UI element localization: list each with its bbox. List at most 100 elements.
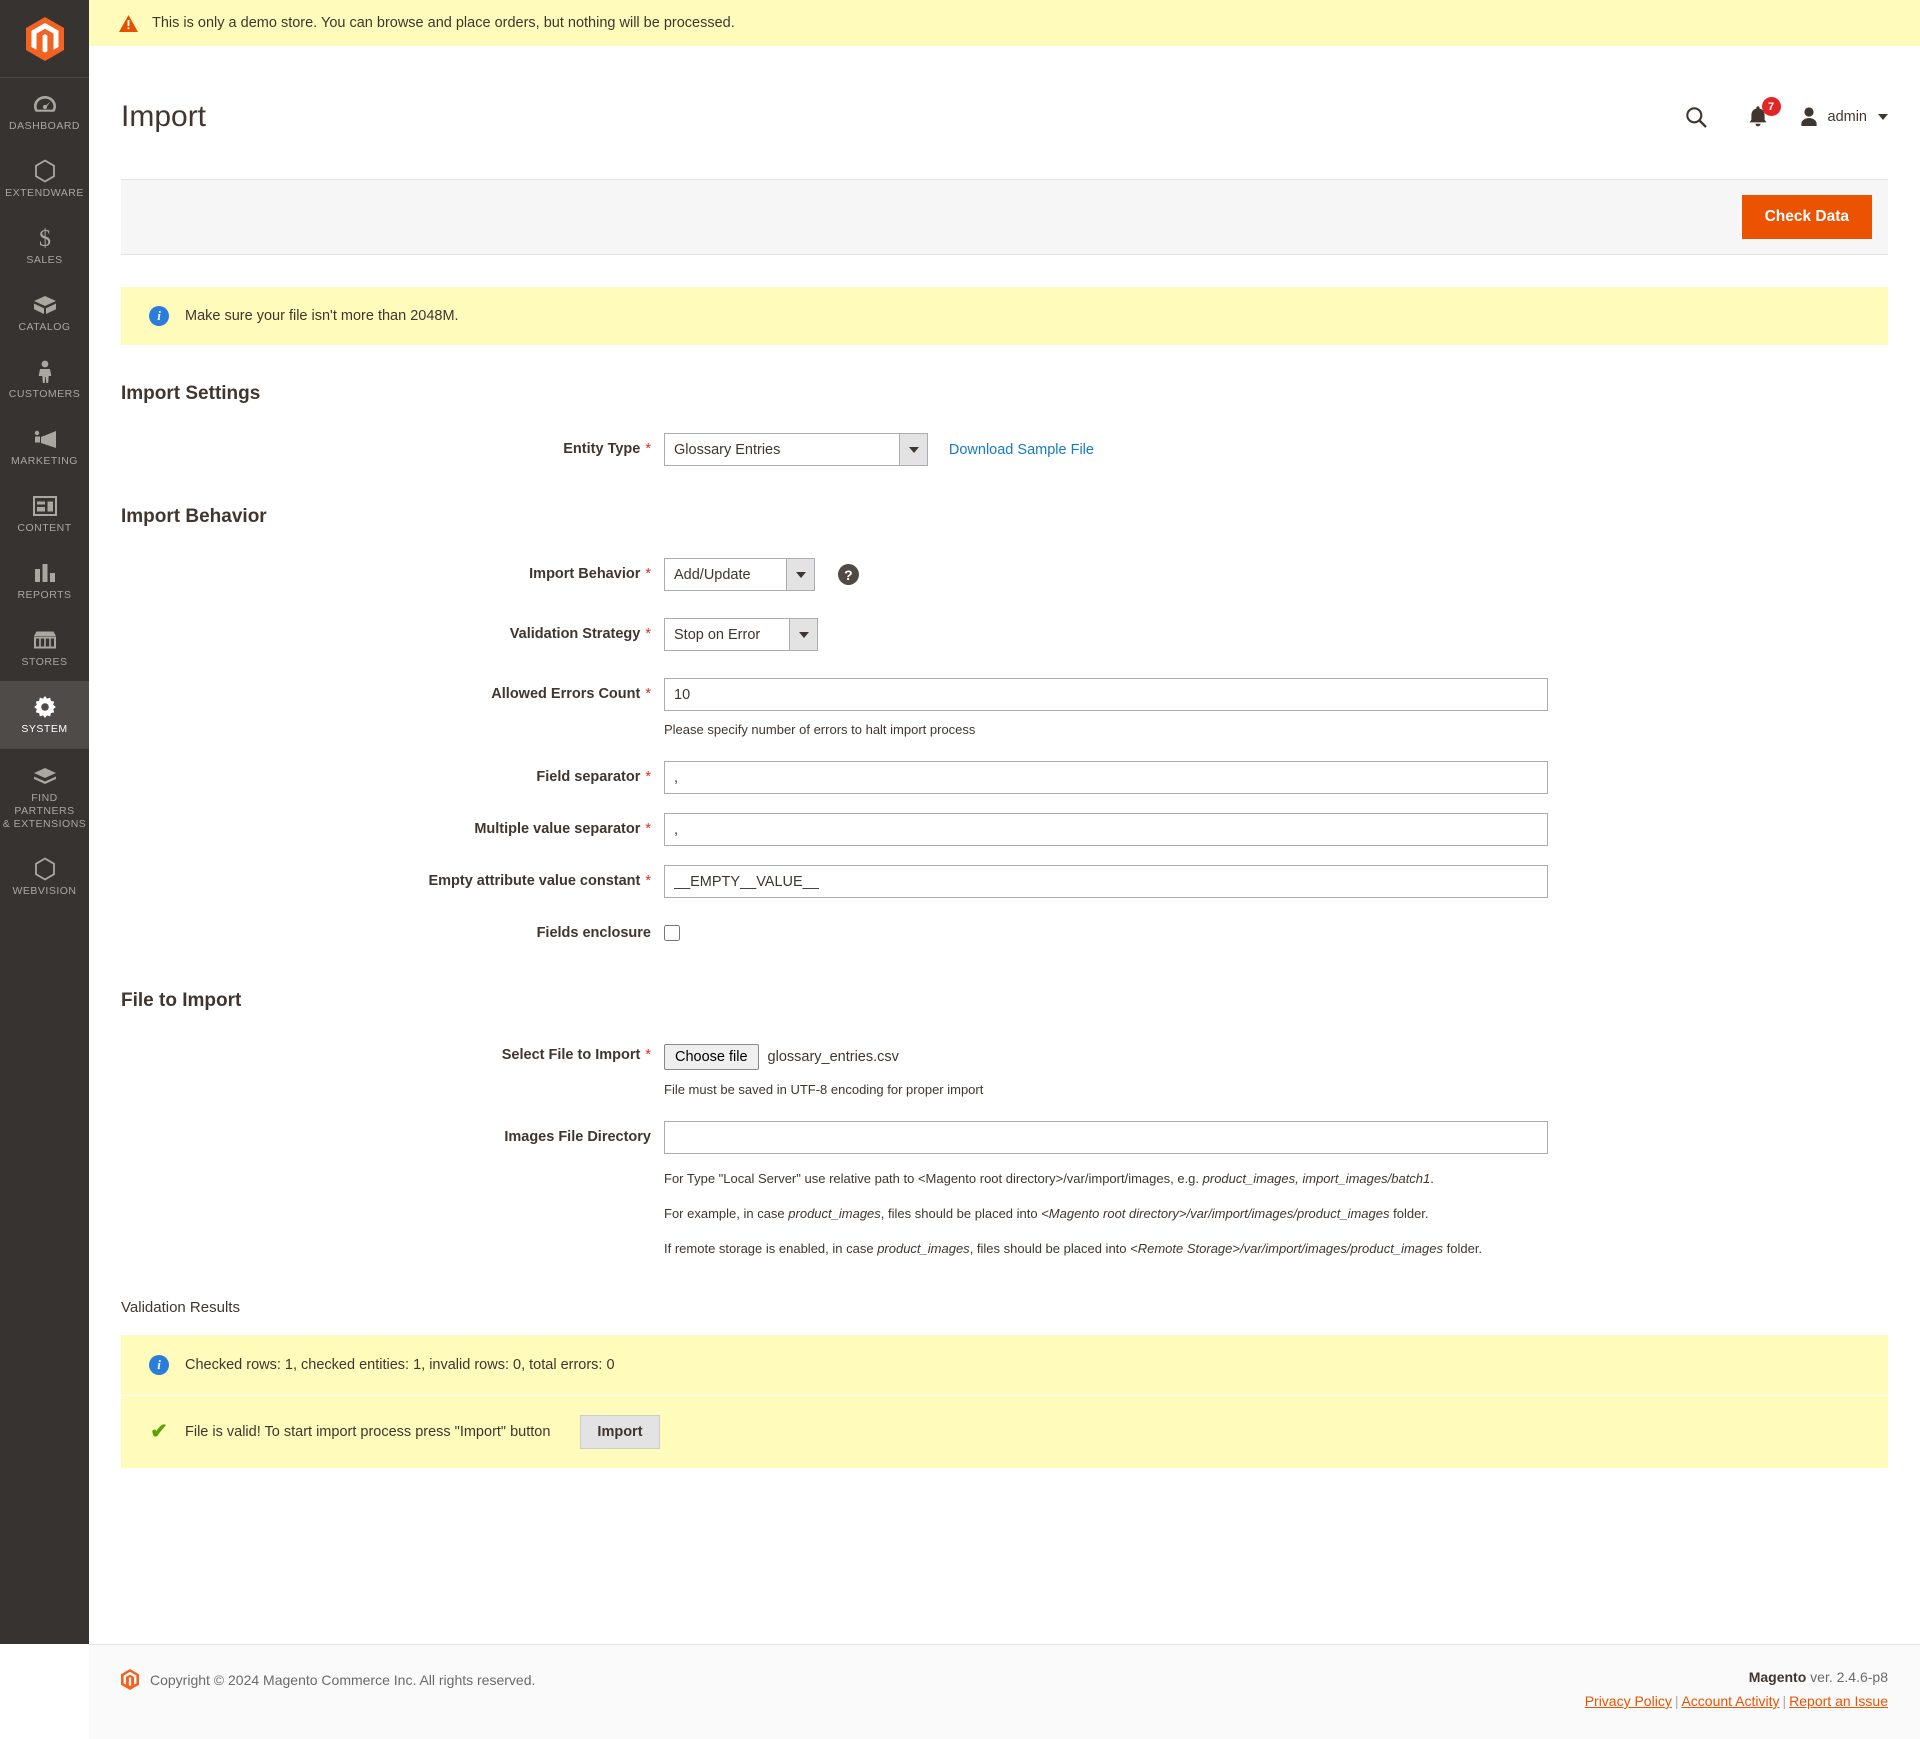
file-to-import-heading: File to Import (121, 990, 242, 1012)
entity-type-select[interactable]: Glossary Entries (664, 433, 899, 467)
sidebar-item-reports[interactable]: REPORTS (0, 547, 89, 614)
magento-logo[interactable] (0, 0, 89, 78)
sidebar-item-label-line2: & EXTENSIONS (2, 818, 87, 830)
required-marker: * (645, 769, 651, 786)
sidebar-item-dashboard[interactable]: DASHBOARD (0, 78, 89, 145)
account-activity-link[interactable]: Account Activity (1681, 1693, 1779, 1709)
page-header: Import 7 admin (89, 46, 1920, 179)
privacy-policy-link[interactable]: Privacy Policy (1585, 1693, 1672, 1709)
sidebar-item-stores[interactable]: STORES (0, 614, 89, 681)
field-separator-label: Field separator * (89, 761, 664, 785)
sidebar-item-label: CUSTOMERS (8, 388, 81, 400)
required-marker: * (645, 441, 651, 458)
megaphone-icon (2, 426, 87, 452)
select-chevron-down-icon (786, 558, 815, 592)
entity-type-label: Entity Type * (89, 433, 664, 457)
header-actions: 7 admin (1669, 97, 1888, 128)
sidebar-item-label: SYSTEM (21, 723, 68, 735)
select-chevron-down-icon (789, 618, 818, 652)
choose-file-button[interactable]: Choose file (664, 1044, 759, 1071)
sidebar-item-extendware[interactable]: EXTENDWARE (0, 145, 89, 212)
note2-part-e: folder. (1389, 1206, 1429, 1222)
sidebar-item-sales[interactable]: $ SALES (0, 212, 89, 279)
sidebar-item-label: SALES (26, 254, 63, 266)
empty-attribute-constant-label: Empty attribute value constant * (89, 865, 664, 889)
sidebar-item-label: CATALOG (18, 321, 71, 333)
validation-strategy-select[interactable]: Stop on Error (664, 618, 789, 652)
multiple-value-separator-row: Multiple value separator * (89, 813, 1920, 847)
sidebar-item-find-partners[interactable]: FIND PARTNERS & EXTENSIONS (0, 748, 89, 843)
empty-attribute-constant-input[interactable] (664, 865, 1548, 899)
sidebar-item-label: STORES (21, 656, 68, 668)
demo-store-banner: This is only a demo store. You can brows… (89, 0, 1920, 46)
import-behavior-row: Import Behavior * Add/Update ? (89, 558, 1920, 592)
note2-part-b: product_images (788, 1206, 881, 1222)
storefront-icon (2, 627, 87, 653)
bottom-spacer (89, 1468, 1920, 1520)
import-behavior-label: Import Behavior * (89, 558, 664, 582)
import-button[interactable]: Import (580, 1414, 660, 1449)
file-size-notice-text: Make sure your file isn't more than 2048… (185, 308, 459, 325)
images-directory-row: Images File Directory For Type "Local Se… (89, 1121, 1920, 1259)
demo-banner-text: This is only a demo store. You can brows… (152, 15, 735, 31)
allowed-errors-label: Allowed Errors Count * (89, 678, 664, 702)
page-title: Import (121, 100, 207, 134)
allowed-errors-row: Allowed Errors Count* Please specify num… (89, 678, 1920, 737)
search-button[interactable] (1669, 106, 1723, 128)
search-icon (1685, 106, 1706, 128)
sidebar-item-content[interactable]: CONTENT (0, 480, 89, 547)
entity-type-select-wrap[interactable]: Glossary Entries (664, 433, 928, 467)
fields-enclosure-checkbox[interactable] (664, 925, 680, 942)
images-directory-input[interactable] (664, 1121, 1548, 1155)
note1-part-b: product_images, import_images/batch1 (1202, 1171, 1431, 1187)
required-marker: * (645, 821, 651, 838)
check-mark-icon: ✔ (150, 1420, 168, 1444)
required-marker: * (645, 626, 651, 643)
question-help-icon[interactable]: ? (837, 564, 859, 586)
person-icon (2, 359, 87, 385)
allowed-errors-input[interactable] (664, 678, 1548, 712)
validation-results-box: i Checked rows: 1, checked entities: 1, … (121, 1334, 1888, 1468)
validation-strategy-select-wrap[interactable]: Stop on Error (664, 618, 818, 652)
main-content: This is only a demo store. You can brows… (89, 0, 1920, 1644)
version-info: Magento ver. 2.4.6-p8 (1585, 1669, 1888, 1685)
note1-part-a: For Type "Local Server" use relative pat… (664, 1171, 1203, 1187)
validation-strategy-label-text: Validation Strategy (509, 626, 641, 643)
import-behavior-select[interactable]: Add/Update (664, 558, 786, 592)
link-separator: | (1782, 1693, 1787, 1709)
sidebar-item-marketing[interactable]: MARKETING (0, 413, 89, 480)
page-footer: Copyright © 2024 Magento Commerce Inc. A… (89, 1644, 1920, 1739)
sidebar-item-label: CONTENT (17, 522, 72, 534)
sidebar-item-catalog[interactable]: CATALOG (0, 279, 89, 346)
sidebar-item-label: EXTENDWARE (5, 187, 84, 199)
note2-part-d: <Magento root directory>/var/import/imag… (1041, 1206, 1390, 1222)
required-marker: * (645, 686, 651, 703)
version-number: ver. 2.4.6-p8 (1806, 1669, 1888, 1685)
report-an-issue-link[interactable]: Report an Issue (1789, 1693, 1888, 1709)
field-separator-input[interactable] (664, 761, 1548, 795)
sidebar-item-webvision[interactable]: WEBVISION (0, 843, 89, 910)
magento-logo-small-icon (121, 1669, 139, 1690)
entity-type-label-text: Entity Type (563, 441, 641, 458)
multiple-value-separator-input[interactable] (664, 813, 1548, 847)
footer-copyright: Copyright © 2024 Magento Commerce Inc. A… (121, 1669, 535, 1690)
images-directory-note-2: For example, in case product_images, fil… (664, 1205, 1920, 1224)
import-behavior-heading: Import Behavior (121, 506, 267, 528)
sidebar-item-label: MARKETING (11, 455, 78, 467)
note1-part-c: . (1430, 1171, 1434, 1187)
field-separator-row: Field separator * (89, 761, 1920, 795)
import-behavior-select-wrap[interactable]: Add/Update (664, 558, 815, 592)
sidebar-item-customers[interactable]: CUSTOMERS (0, 346, 89, 413)
field-separator-label-text: Field separator (536, 769, 641, 786)
note3-part-e: folder. (1443, 1240, 1483, 1256)
user-menu[interactable]: admin (1791, 106, 1888, 127)
import-settings-heading: Import Settings (121, 383, 261, 405)
puzzle-box-icon (2, 763, 87, 789)
download-sample-file-link[interactable]: Download Sample File (949, 442, 1094, 458)
sidebar-item-system[interactable]: SYSTEM (0, 681, 89, 748)
copyright-text: Copyright © 2024 Magento Commerce Inc. A… (150, 1671, 536, 1688)
notifications-button[interactable]: 7 (1723, 97, 1791, 128)
note3-part-b: product_images (877, 1240, 970, 1256)
fields-enclosure-label: Fields enclosure (536, 925, 651, 942)
check-data-button[interactable]: Check Data (1741, 195, 1872, 240)
